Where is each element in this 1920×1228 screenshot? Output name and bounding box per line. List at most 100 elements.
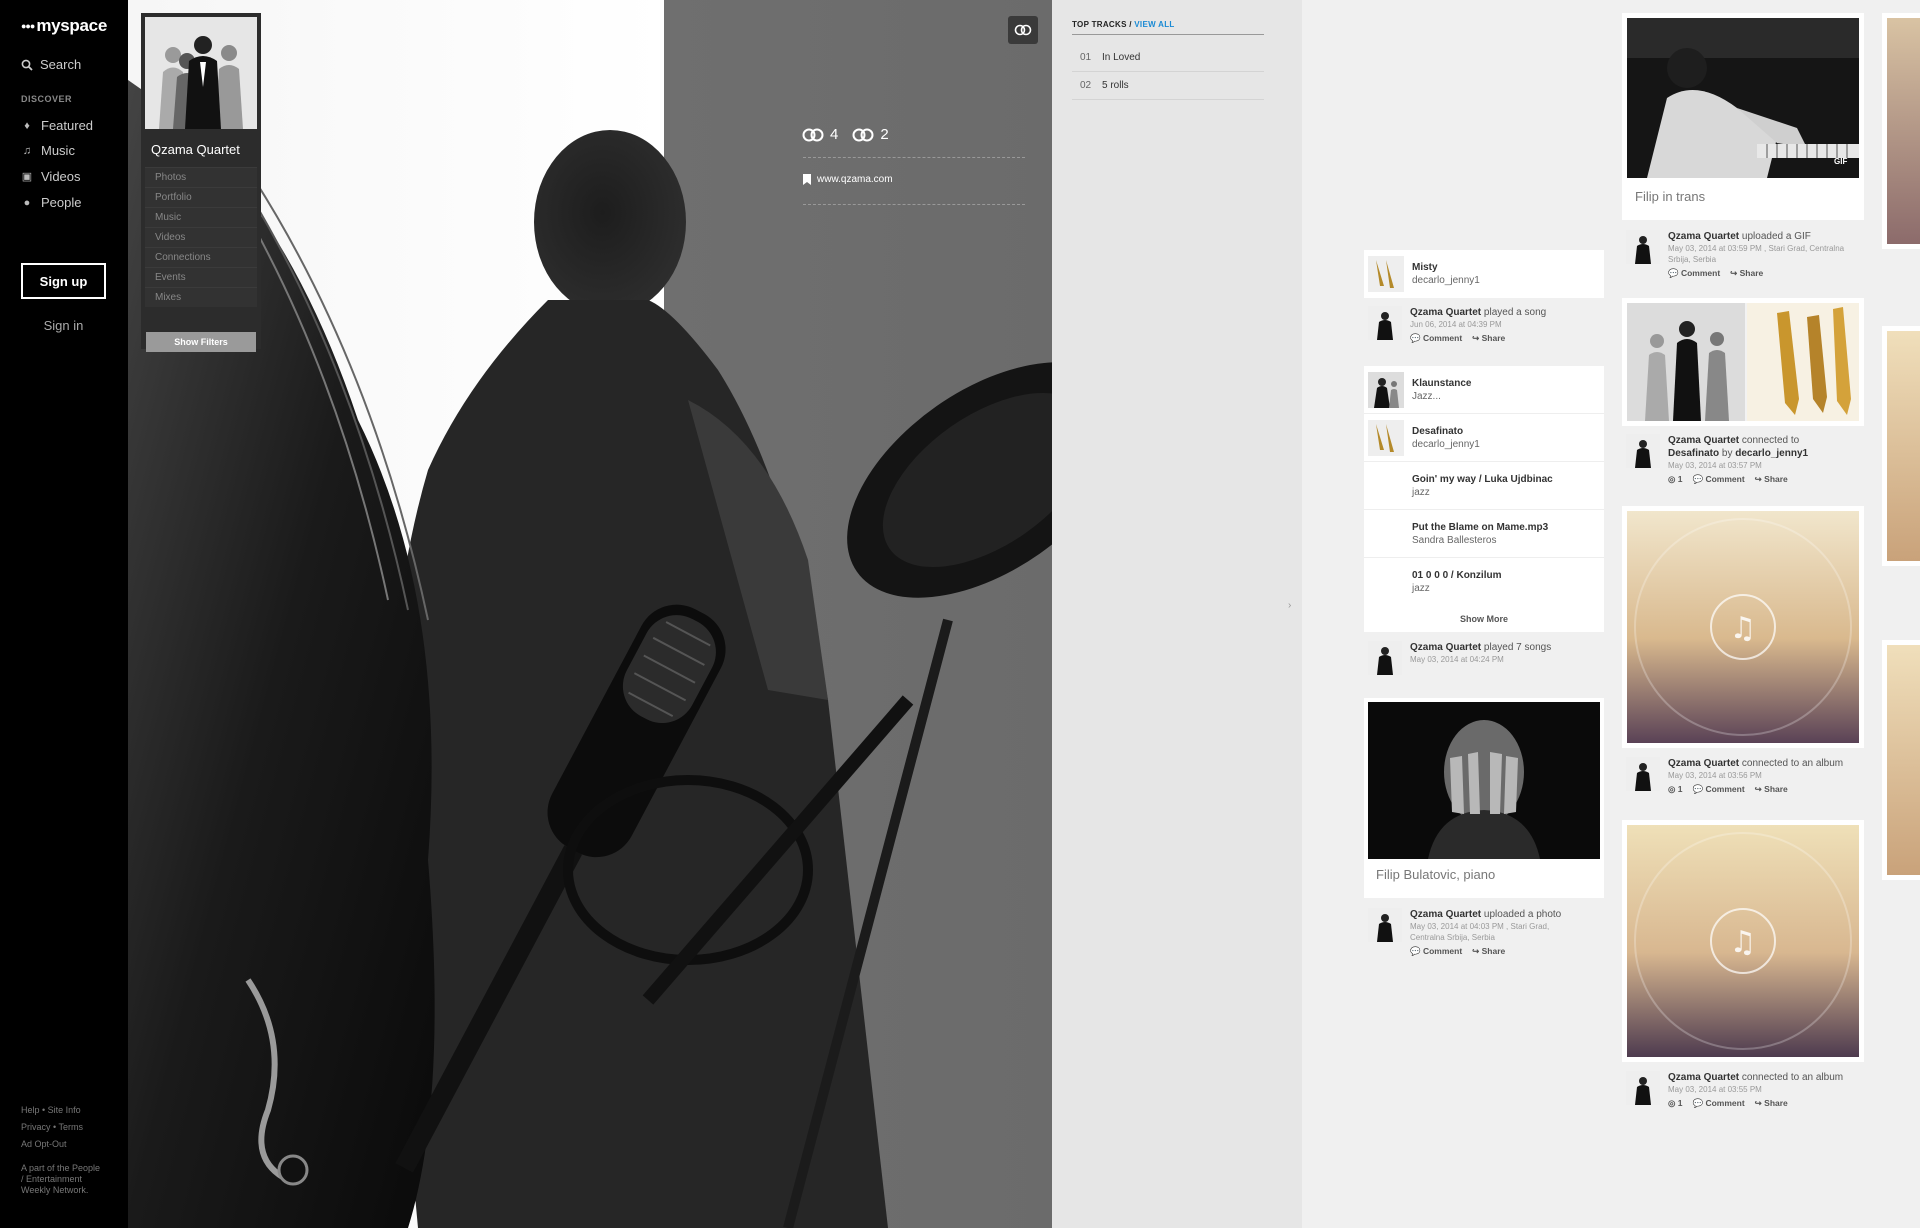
share-button[interactable]: ↪ Share xyxy=(1730,267,1763,280)
album-card[interactable]: ♫ xyxy=(1622,820,1864,1062)
svg-text:♫: ♫ xyxy=(1730,611,1757,646)
list-item[interactable]: Put the Blame on Mame.mp3 Sandra Balleste… xyxy=(1364,510,1604,558)
comment-button[interactable]: 💬 Comment xyxy=(1693,473,1745,486)
view-all-link[interactable]: VIEW ALL xyxy=(1134,20,1174,29)
help-link[interactable]: Help xyxy=(21,1105,40,1115)
photo-caption: Filip Bulatovic, piano xyxy=(1376,867,1496,882)
feed-card-partial[interactable] xyxy=(1882,326,1920,566)
profile-name: Qzama Quartet xyxy=(151,142,240,157)
network-note: A part of the People / Entertainment Wee… xyxy=(21,1163,101,1195)
share-button[interactable]: ↪ Share xyxy=(1755,783,1788,796)
album-art: ♫ xyxy=(1627,511,1859,743)
share-button[interactable]: ↪ Share xyxy=(1755,473,1788,486)
comment-button[interactable]: 💬 Comment xyxy=(1693,1097,1745,1110)
menu-portfolio[interactable]: Portfolio xyxy=(145,187,257,207)
site-info-link[interactable]: Site Info xyxy=(48,1105,81,1115)
connect-icon xyxy=(852,128,874,141)
comment-button[interactable]: 💬 Comment xyxy=(1410,945,1462,958)
menu-connections[interactable]: Connections xyxy=(145,247,257,267)
gif-caption: Filip in trans xyxy=(1635,189,1706,204)
album-art: ♫ xyxy=(1627,825,1859,1057)
people-icon: ● xyxy=(23,196,31,209)
photo-image xyxy=(1368,702,1600,859)
share-button[interactable]: ↪ Share xyxy=(1472,332,1505,345)
website-link[interactable]: www.qzama.com xyxy=(803,174,893,185)
comment-button[interactable]: 💬 Comment xyxy=(1693,783,1745,796)
feed-card-partial[interactable] xyxy=(1882,640,1920,880)
gif-card[interactable]: GIF Filip in trans xyxy=(1622,13,1864,220)
album-thumb xyxy=(1368,419,1404,456)
photo-card[interactable]: Filip Bulatovic, piano xyxy=(1364,698,1604,898)
avatar[interactable] xyxy=(1368,306,1402,340)
connect-button[interactable] xyxy=(1008,16,1038,44)
nav-item-videos[interactable]: ▣ Videos xyxy=(21,169,81,184)
terms-link[interactable]: Terms xyxy=(59,1122,84,1132)
connections-in[interactable]: 4 xyxy=(802,126,838,143)
comment-button[interactable]: 💬 Comment xyxy=(1668,267,1720,280)
connections-count[interactable]: ◎ 1 xyxy=(1668,473,1683,486)
divider xyxy=(803,204,1025,205)
divider xyxy=(1072,34,1264,35)
list-item[interactable]: Misty decarlo_jenny1 xyxy=(1364,250,1604,298)
list-item[interactable]: Klaunstance Jazz... xyxy=(1364,366,1604,414)
page: ●●● myspace Search DISCOVER ♦ Featured ♫ Mu… xyxy=(0,0,1920,1228)
top-tracks-panel: TOP TRACKS / VIEW ALL 01 In Loved 02 5 rol… xyxy=(1052,0,1302,1228)
ad-opt-out-link[interactable]: Ad Opt-Out xyxy=(21,1139,67,1150)
avatar[interactable] xyxy=(1626,1071,1660,1105)
sign-up-button[interactable]: Sign up xyxy=(21,263,106,299)
privacy-link[interactable]: Privacy xyxy=(21,1122,51,1132)
profile-photo[interactable] xyxy=(145,17,257,129)
list-item[interactable]: 01 0 0 0 / Konzilum jazz xyxy=(1364,558,1604,606)
track-row[interactable]: 01 In Loved xyxy=(1072,44,1264,72)
connection-stats: 4 2 xyxy=(802,126,889,143)
menu-events[interactable]: Events xyxy=(145,267,257,287)
list-item[interactable]: Goin' my way / Luka Ujdbinac jazz xyxy=(1364,462,1604,510)
nav-item-people[interactable]: ● People xyxy=(21,195,82,210)
menu-photos[interactable]: Photos xyxy=(145,167,257,187)
avatar[interactable] xyxy=(1368,908,1402,942)
flame-icon: ♦ xyxy=(24,119,30,132)
album-card[interactable]: ♫ xyxy=(1622,506,1864,748)
connections-count[interactable]: ◎ 1 xyxy=(1668,1097,1683,1110)
music-note-icon: ♫ xyxy=(22,144,32,157)
menu-mixes[interactable]: Mixes xyxy=(145,287,257,307)
show-more-button[interactable]: Show More xyxy=(1364,614,1604,624)
track-row[interactable]: 02 5 rolls xyxy=(1072,72,1264,100)
discover-heading: DISCOVER xyxy=(21,94,73,104)
feed-card-partial[interactable] xyxy=(1882,13,1920,249)
hero-photo xyxy=(128,0,1052,1228)
connections-out[interactable]: 2 xyxy=(852,126,889,143)
avatar[interactable] xyxy=(1626,230,1660,264)
show-filters-button[interactable]: Show Filters xyxy=(146,332,256,352)
connections-count[interactable]: ◎ 1 xyxy=(1668,783,1683,796)
avatar[interactable] xyxy=(1626,434,1660,468)
connection-image xyxy=(1627,303,1859,421)
nav-item-featured[interactable]: ♦ Featured xyxy=(21,118,93,133)
song-list-card: Klaunstance Jazz... Desafinato decarlo_jen… xyxy=(1364,366,1604,606)
share-button[interactable]: ↪ Share xyxy=(1472,945,1505,958)
gif-image xyxy=(1627,18,1859,178)
album-thumb xyxy=(1368,371,1404,408)
menu-videos[interactable]: Videos xyxy=(145,227,257,247)
connect-icon xyxy=(802,128,824,141)
chevron-right-icon[interactable]: › xyxy=(1288,600,1291,611)
comment-button[interactable]: 💬 Comment xyxy=(1410,332,1462,345)
bookmark-icon xyxy=(803,174,811,185)
video-icon: ▣ xyxy=(21,171,33,183)
nav-item-music[interactable]: ♫ Music xyxy=(21,143,75,158)
sign-in-link[interactable]: Sign in xyxy=(21,318,106,333)
top-tracks-heading: TOP TRACKS / VIEW ALL xyxy=(1072,20,1175,29)
avatar[interactable] xyxy=(1626,757,1660,791)
myspace-logo[interactable]: ●●● myspace xyxy=(21,16,107,36)
song-card[interactable]: Misty decarlo_jenny1 xyxy=(1364,250,1604,298)
avatar[interactable] xyxy=(1368,641,1402,675)
nav-search[interactable]: Search xyxy=(21,57,81,72)
profile-menu: Photos Portfolio Music Videos Connection… xyxy=(145,167,257,307)
share-button[interactable]: ↪ Share xyxy=(1755,1097,1788,1110)
menu-music[interactable]: Music xyxy=(145,207,257,227)
footer-links-2: Privacy • Terms xyxy=(21,1122,84,1132)
list-item[interactable]: Desafinato decarlo_jenny1 xyxy=(1364,414,1604,462)
svg-text:♫: ♫ xyxy=(1730,925,1757,960)
album-thumb xyxy=(1368,256,1404,292)
connection-card[interactable] xyxy=(1622,298,1864,426)
